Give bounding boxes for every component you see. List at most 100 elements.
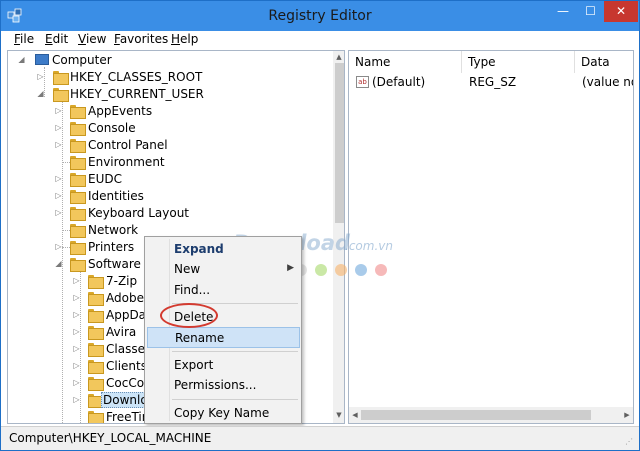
tree-item-keyboard-layout[interactable]: ▷ Keyboard Layout [8, 205, 328, 222]
tree-item-environment[interactable]: Environment [8, 154, 328, 171]
watermark-dot [355, 264, 367, 276]
tree-item-label: Control Panel [88, 138, 168, 152]
column-header-data[interactable]: Data [575, 51, 633, 73]
scroll-down-icon[interactable]: ▼ [333, 409, 344, 421]
expand-arrow-icon[interactable]: ▷ [72, 395, 81, 405]
expand-arrow-icon[interactable]: ▷ [72, 276, 81, 286]
tree-item-hkey-classes-root[interactable]: ▷ HKEY_CLASSES_ROOT [8, 69, 328, 86]
expand-arrow-icon[interactable]: ▷ [72, 378, 81, 388]
maximize-button[interactable]: ☐ [577, 1, 604, 22]
context-menu-export[interactable]: Export [147, 355, 300, 376]
tree-item-hkey-current-user[interactable]: ◢ HKEY_CURRENT_USER [8, 86, 328, 103]
expand-arrow-icon[interactable]: ▷ [72, 344, 81, 354]
folder-icon [70, 190, 86, 204]
expand-arrow-icon[interactable]: ▷ [54, 242, 63, 252]
folder-icon [70, 241, 86, 255]
tree-item-label: Identities [88, 189, 144, 203]
tree-item-label: Software [88, 257, 141, 271]
menu-item-label: Permissions... [174, 378, 257, 392]
tree-item-computer[interactable]: ◢ Computer [8, 52, 328, 69]
computer-icon [35, 54, 49, 65]
column-header-name[interactable]: Name [349, 51, 462, 73]
tree-item-appevents[interactable]: ▷ AppEvents [8, 103, 328, 120]
close-button[interactable]: ✕ [604, 1, 638, 22]
context-menu-new[interactable]: New ▶ [147, 259, 300, 280]
tree-item-identities[interactable]: ▷ Identities [8, 188, 328, 205]
folder-icon [88, 309, 104, 323]
scrollbar-thumb[interactable] [361, 410, 591, 420]
folder-icon [88, 360, 104, 374]
resize-grip-icon[interactable]: ⋰ [625, 437, 635, 447]
folder-icon [70, 258, 86, 272]
string-value-icon: ab [356, 76, 369, 88]
expand-arrow-icon[interactable]: ▷ [54, 123, 63, 133]
tree-item-label: AppEvents [88, 104, 153, 118]
window-title: Registry Editor [268, 8, 372, 24]
expand-arrow-icon[interactable]: ▷ [54, 174, 63, 184]
menu-item-label: Find... [174, 283, 211, 297]
tree-item-control-panel[interactable]: ▷ Control Panel [8, 137, 328, 154]
collapse-arrow-icon[interactable]: ◢ [17, 55, 26, 65]
folder-icon [53, 71, 69, 85]
expand-arrow-icon[interactable]: ▷ [54, 191, 63, 201]
folder-icon [88, 377, 104, 391]
tree-item-label: HKEY_CURRENT_USER [70, 87, 204, 101]
column-header-type[interactable]: Type [462, 51, 575, 73]
folder-icon [88, 326, 104, 340]
submenu-arrow-icon: ▶ [287, 263, 294, 273]
expand-arrow-icon[interactable]: ▷ [72, 327, 81, 337]
value-type: REG_SZ [469, 75, 517, 89]
scrollbar-thumb[interactable] [335, 63, 344, 223]
collapse-arrow-icon[interactable]: ◢ [54, 259, 63, 269]
list-horizontal-scrollbar[interactable]: ◀ ▶ [349, 407, 633, 423]
title-bar[interactable]: Registry Editor — ☐ ✕ [1, 1, 639, 31]
expand-arrow-icon[interactable]: ▷ [54, 208, 63, 218]
registry-editor-window: Registry Editor — ☐ ✕ File Edit View Fav… [0, 0, 640, 451]
expand-arrow-icon[interactable]: ▷ [54, 106, 63, 116]
tree-item-eudc[interactable]: ▷ EUDC [8, 171, 328, 188]
context-menu-expand[interactable]: Expand [147, 239, 300, 260]
folder-icon [70, 139, 86, 153]
expand-arrow-icon[interactable]: ▷ [72, 310, 81, 320]
menu-separator [172, 399, 298, 400]
menu-separator [172, 351, 298, 352]
minimize-button[interactable]: — [549, 1, 577, 22]
expand-arrow-icon[interactable]: ▷ [36, 72, 45, 82]
menu-item-label: Expand [174, 242, 224, 256]
tree-item-label: Clients [106, 359, 147, 373]
folder-icon [88, 411, 104, 423]
tree-item-label: Keyboard Layout [88, 206, 190, 220]
menu-file[interactable]: File [14, 32, 34, 46]
context-menu-rename[interactable]: Rename [147, 327, 300, 348]
context-menu-copy-key-name[interactable]: Copy Key Name [147, 403, 300, 424]
folder-icon [70, 207, 86, 221]
delete-highlight-ring [160, 303, 218, 328]
tree-item-console[interactable]: ▷ Console [8, 120, 328, 137]
tree-item-label: Adobe [106, 291, 144, 305]
menu-edit[interactable]: Edit [45, 32, 68, 46]
tree-item-label: Network [88, 223, 139, 237]
expand-arrow-icon[interactable]: ▷ [72, 361, 81, 371]
value-row[interactable]: ab (Default) REG_SZ (value not [349, 73, 633, 91]
menu-help[interactable]: Help [171, 32, 198, 46]
expand-arrow-icon[interactable]: ▷ [54, 140, 63, 150]
value-name: (Default) [372, 75, 426, 89]
menu-favorites[interactable]: Favorites [114, 32, 168, 46]
folder-icon [70, 173, 86, 187]
watermark-suffix: .com.vn [345, 239, 393, 253]
watermark-dot [335, 264, 347, 276]
context-menu-find[interactable]: Find... [147, 280, 300, 301]
context-menu-permissions[interactable]: Permissions... [147, 375, 300, 396]
scroll-left-icon[interactable]: ◀ [349, 409, 361, 421]
tree-item-label: Environment [88, 155, 165, 169]
folder-icon [70, 224, 86, 238]
tree-item-label: Console [88, 121, 136, 135]
scroll-right-icon[interactable]: ▶ [621, 409, 633, 421]
expand-arrow-icon[interactable]: ▷ [72, 293, 81, 303]
menu-bar: File Edit View Favorites Help [1, 31, 639, 49]
collapse-arrow-icon[interactable]: ◢ [36, 89, 45, 99]
menu-view[interactable]: View [78, 32, 106, 46]
menu-item-label: Copy Key Name [174, 406, 270, 420]
scroll-up-icon[interactable]: ▲ [333, 51, 344, 63]
tree-item-label: EUDC [88, 172, 122, 186]
